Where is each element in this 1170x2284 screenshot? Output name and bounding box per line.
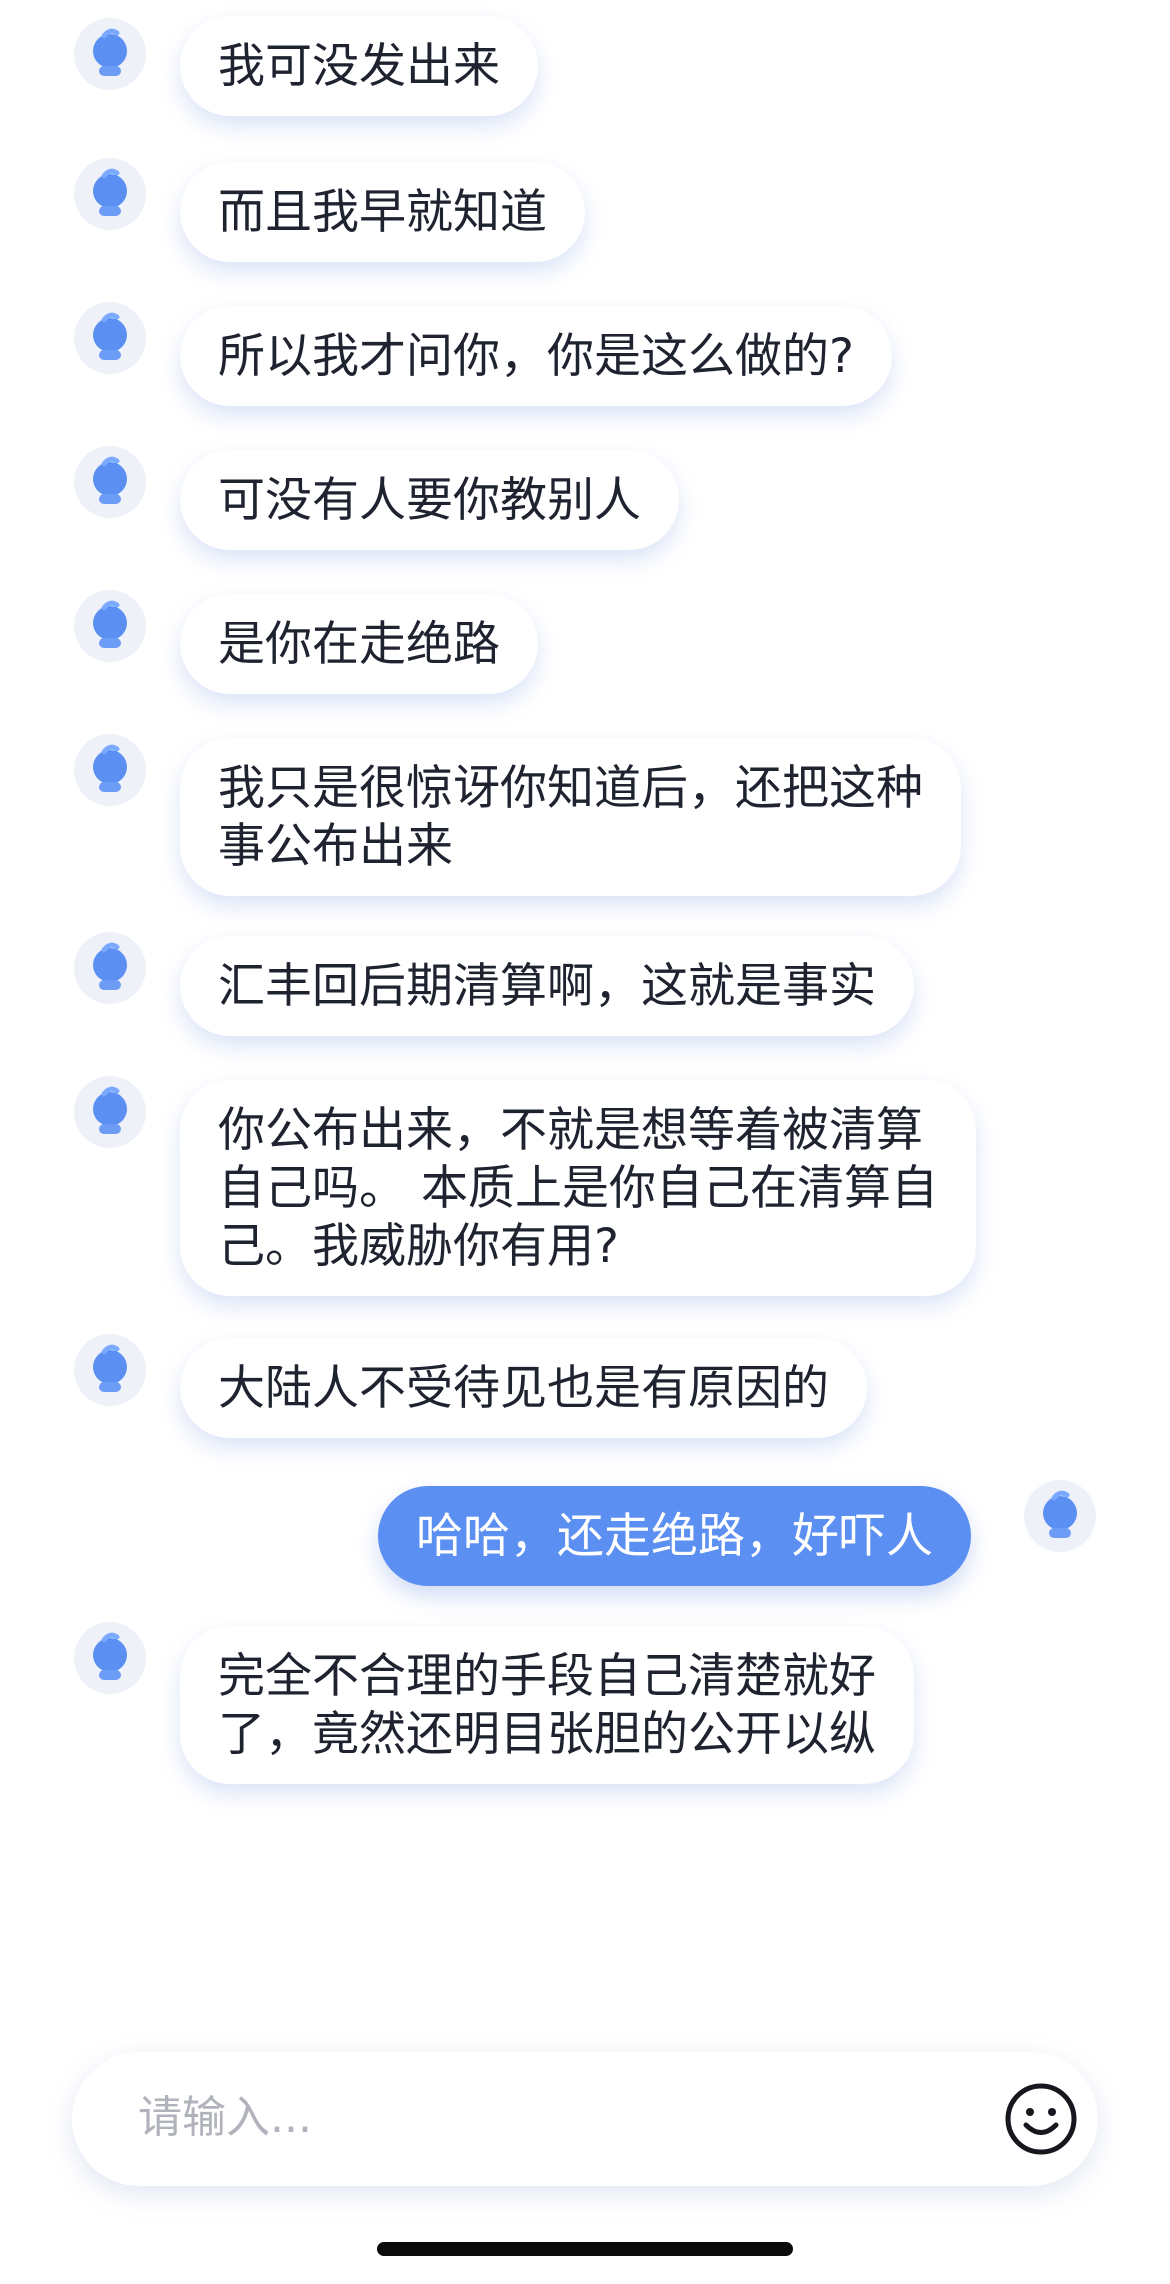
message-bubble[interactable]: 可没有人要你教别人 (180, 450, 679, 550)
message-bubble[interactable]: 大陆人不受待见也是有原因的 (180, 1338, 867, 1438)
bot-avatar-icon[interactable] (74, 1076, 146, 1148)
message-text: 可没有人要你教别人 (218, 473, 641, 528)
message-text: 而且我早就知道 (218, 185, 547, 240)
message-bubble[interactable]: 我只是很惊讶你知道后，还把这种 事公布出来 (180, 738, 961, 896)
message-bubble[interactable]: 汇丰回后期清算啊，这就是事实 (180, 936, 914, 1036)
message-text: 所以我才问你，你是这么做的? (218, 329, 854, 384)
message-text-line: 我只是很惊讶你知道后，还把这种 (218, 761, 923, 816)
bot-avatar-icon[interactable] (74, 734, 146, 806)
bot-avatar-icon[interactable] (74, 932, 146, 1004)
message-bubble[interactable]: 而且我早就知道 (180, 162, 585, 262)
smiley-face-icon[interactable] (1002, 2080, 1080, 2158)
home-indicator[interactable] (377, 2242, 793, 2256)
message-bubble[interactable]: 你公布出来，不就是想等着被清算 自己吗。 本质上是你自己在清算自 己。我威胁你有… (180, 1080, 976, 1296)
message-text: 是你在走绝路 (218, 617, 500, 672)
sent-message-bubble[interactable]: 哈哈，还走绝路，好吓人 (378, 1486, 971, 1586)
bot-avatar-icon[interactable] (74, 1334, 146, 1406)
message-bubble[interactable]: 是你在走绝路 (180, 594, 538, 694)
message-bubble[interactable]: 我可没发出来 (180, 16, 538, 116)
message-text-line: 了，竟然还明目张胆的公开以纵 (218, 1707, 876, 1762)
message-text-line: 自己吗。 本质上是你自己在清算自 (218, 1161, 938, 1216)
message-text: 汇丰回后期清算啊，这就是事实 (218, 959, 876, 1014)
user-avatar-icon[interactable] (1024, 1480, 1096, 1552)
message-text-line: 己。我威胁你有用? (218, 1219, 619, 1274)
chat-message-list[interactable]: 我可没发出来 而且我早就知道 所以我才问你，你是这么做的? 可没有人要你教别人 (0, 0, 1170, 2000)
message-bubble[interactable]: 所以我才问你，你是这么做的? (180, 306, 892, 406)
message-input-placeholder[interactable]: 请输入... (138, 2090, 312, 2146)
bot-avatar-icon[interactable] (74, 446, 146, 518)
bot-avatar-icon[interactable] (74, 18, 146, 90)
message-text-line: 事公布出来 (218, 819, 453, 874)
bot-avatar-icon[interactable] (74, 302, 146, 374)
message-text-line: 完全不合理的手段自己清楚就好 (218, 1649, 876, 1704)
message-text: 我可没发出来 (218, 39, 500, 94)
bot-avatar-icon[interactable] (74, 590, 146, 662)
bot-avatar-icon[interactable] (74, 1622, 146, 1694)
bot-avatar-icon[interactable] (74, 158, 146, 230)
message-bubble[interactable]: 完全不合理的手段自己清楚就好 了，竟然还明目张胆的公开以纵 (180, 1626, 914, 1784)
message-text: 哈哈，还走绝路，好吓人 (416, 1509, 933, 1564)
message-text-line: 你公布出来，不就是想等着被清算 (218, 1103, 923, 1158)
message-text: 大陆人不受待见也是有原因的 (218, 1361, 829, 1416)
message-input-bar[interactable]: 请输入... (72, 2052, 1098, 2186)
